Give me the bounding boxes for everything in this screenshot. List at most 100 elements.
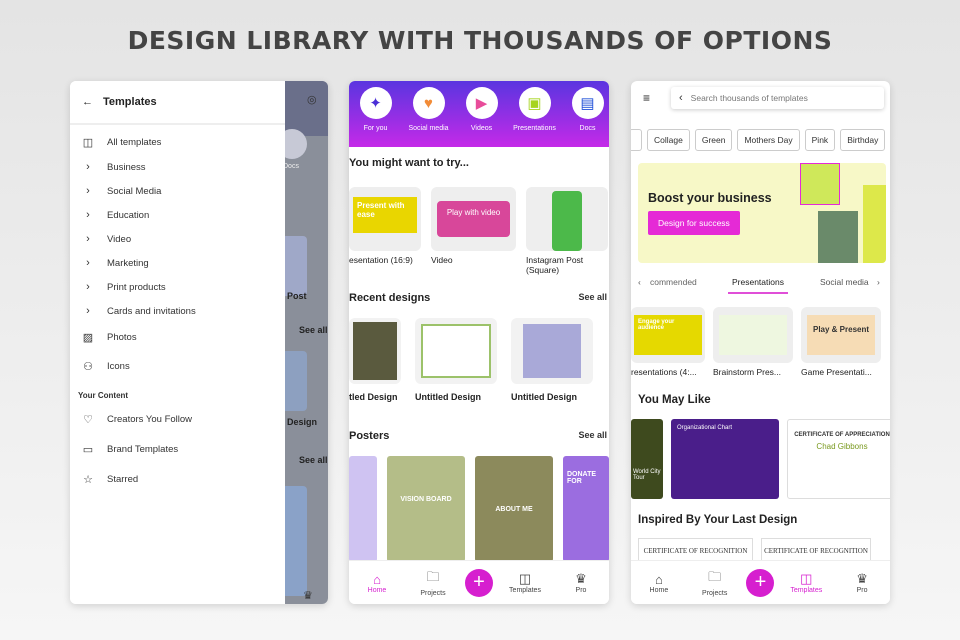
filter-chip[interactable]: Pink (804, 129, 836, 151)
layout-icon: ◫ (82, 137, 94, 149)
design-label: Design (287, 417, 318, 427)
chevron-right-icon: › (86, 233, 90, 245)
label: Icons (107, 361, 130, 372)
see-all-link[interactable]: See all (578, 430, 607, 442)
nav-home[interactable]: ⌂ Home (353, 572, 401, 594)
try-card[interactable]: Present with ease esentation (16:9) (349, 187, 421, 275)
template-card[interactable]: CERTIFICATE OF APPRECIATION Chad Gibbons (787, 419, 890, 499)
create-button[interactable]: + (746, 568, 775, 597)
label: All templates (107, 137, 162, 148)
filter-chip[interactable]: Mothers Day (737, 129, 800, 151)
recent-heading: Recent designs See all (349, 292, 607, 304)
category-for-you[interactable]: ✦ For you (349, 87, 402, 147)
promo-banner[interactable]: Boost your business Design for success (638, 163, 886, 263)
chevron-right-icon: › (86, 281, 90, 293)
brand-templates-item[interactable]: ▭ Brand Templates (70, 434, 285, 464)
category-docs[interactable]: ▤ Docs (561, 87, 609, 147)
tab-social-media[interactable]: Social media (820, 277, 872, 287)
label: Cards and invitations (107, 305, 196, 317)
bottom-nav: ⌂ Home 🗀 Projects + ◫ Templates ♛ Pro (349, 560, 609, 604)
category-icon: ✦ (359, 87, 392, 119)
template-search-screen: ≡ ‹ Search thousands of templates Collage… (631, 81, 890, 604)
crown-icon: ♛ (303, 590, 313, 602)
nav-projects[interactable]: 🗀 Projects (409, 568, 457, 597)
recent-design[interactable]: tled Design (349, 318, 401, 402)
poster[interactable]: ABOUT ME (475, 456, 553, 562)
see-all[interactable]: See all (299, 325, 328, 335)
dimmed-background[interactable]: ◎ Docs Post See all Design See all ♛ (277, 81, 328, 604)
creators-item[interactable]: ♡ Creators You Follow (70, 404, 285, 434)
posters-heading: Posters See all (349, 430, 607, 442)
search-input[interactable]: ‹ Search thousands of templates (671, 87, 884, 109)
poster[interactable] (349, 456, 377, 562)
tab-presentations[interactable]: Presentations (728, 277, 788, 294)
filter-chip[interactable]: Collage (647, 129, 690, 151)
banner-title: Boost your business (648, 191, 772, 205)
recent-design[interactable]: Untitled Design (511, 318, 593, 402)
nav-projects[interactable]: 🗀 Projects (691, 568, 739, 597)
chip[interactable] (631, 129, 642, 151)
try-card[interactable]: Instagram Post (Square) (526, 187, 608, 275)
category-item[interactable]: › Cards and invitations (70, 299, 285, 323)
all-templates-item[interactable]: ◫ All templates (70, 130, 285, 155)
chevron-right-icon: › (86, 209, 90, 221)
nav-templates[interactable]: ◫ Templates (782, 571, 830, 594)
menu-icon[interactable]: ≡ (643, 91, 650, 105)
tab-recommended[interactable]: commended (650, 277, 697, 287)
label: Photos (107, 332, 137, 343)
label: Education (107, 209, 150, 221)
category-item[interactable]: › Marketing (70, 251, 285, 275)
templates-icon: ◫ (800, 571, 813, 586)
templates-icon: ◫ (518, 571, 532, 586)
back-arrow-icon[interactable]: ← (82, 96, 93, 108)
tabs-prev-icon[interactable]: ‹ (638, 277, 641, 287)
label: Business (107, 161, 146, 173)
category-item[interactable]: › Business (70, 155, 285, 179)
category-social-media[interactable]: ♥ Social media (402, 87, 455, 147)
recent-design[interactable]: Untitled Design (415, 318, 497, 402)
category-item[interactable]: › Print products (70, 275, 285, 299)
category-bar: ✦ For you ♥ Social media ▶ Videos ▣ Presentatio… (349, 81, 609, 147)
category-item[interactable]: › Education (70, 203, 285, 227)
tabs-next-icon[interactable]: › (877, 277, 880, 287)
template-card[interactable]: World City Tour (631, 419, 663, 499)
nav-pro[interactable]: ♛ Pro (838, 571, 886, 594)
icons-item[interactable]: ⚇ Icons (70, 352, 285, 381)
category-item[interactable]: › Social Media (70, 179, 285, 203)
presentation-card[interactable]: Engage your audience resentations (4:... (631, 307, 705, 377)
create-button[interactable]: + (465, 568, 493, 597)
nav-templates[interactable]: ◫ Templates (501, 571, 549, 594)
category-presentations[interactable]: ▣ Presentations (508, 87, 561, 147)
label: Presentations (513, 125, 556, 132)
see-all-link[interactable]: See all (578, 292, 607, 304)
starred-item[interactable]: ☆ Starred (70, 464, 285, 494)
template-card[interactable]: Organizational Chart (671, 419, 779, 499)
category-item[interactable]: › Video (70, 227, 285, 251)
label: Social Media (107, 185, 162, 197)
nav-pro[interactable]: ♛ Pro (557, 571, 605, 594)
label: Marketing (107, 257, 149, 269)
filter-chip[interactable]: Birthday (840, 129, 886, 151)
poster[interactable]: VISION BOARD (387, 456, 465, 562)
shapes-icon: ⚇ (83, 361, 93, 373)
home-icon: ⌂ (373, 571, 381, 587)
templates-drawer: ← Templates ◫ All templates › Business › Soci… (70, 81, 285, 604)
headline: DESIGN LIBRARY WITH THOUSANDS OF OPTIONS (127, 26, 833, 55)
see-all[interactable]: See all (299, 455, 328, 465)
try-card[interactable]: Play with video Video (431, 187, 516, 275)
template-tabs: ‹ commended Presentations Social media › (631, 277, 890, 297)
category-icon: ♥ (412, 87, 445, 119)
poster[interactable]: DONATE FOR (563, 456, 609, 562)
image-icon: ▨ (82, 332, 94, 344)
category-videos[interactable]: ▶ Videos (455, 87, 508, 147)
photos-item[interactable]: ▨ Photos (70, 323, 285, 352)
filter-chip[interactable]: Green (694, 129, 733, 151)
design-for-success-button[interactable]: Design for success (648, 211, 740, 235)
home-icon: ⌂ (654, 571, 663, 587)
briefcase-icon: ▭ (82, 443, 94, 456)
nav-home[interactable]: ⌂ Home (635, 572, 683, 594)
try-row: Present with ease esentation (16:9) Play … (349, 187, 608, 275)
presentation-card[interactable]: Brainstorm Pres... (713, 307, 793, 377)
presentation-card[interactable]: Play & Present Game Presentati... (801, 307, 881, 377)
crown-icon: ♛ (856, 571, 868, 586)
